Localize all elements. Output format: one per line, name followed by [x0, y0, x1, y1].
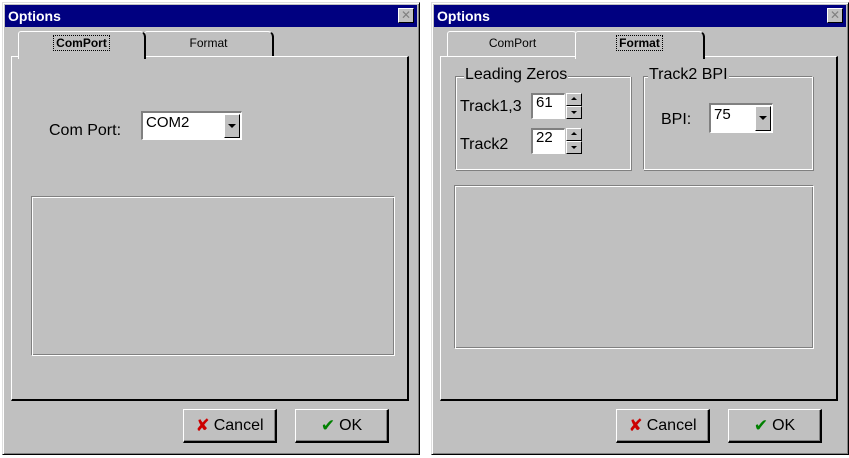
track13-spinner[interactable] [566, 93, 582, 119]
ok-button-label: OK [772, 416, 796, 434]
tab-comport-label: ComPort [53, 35, 110, 51]
bpi-dropdown[interactable]: 75 [709, 103, 773, 133]
track13-label: Track1,3 [460, 98, 522, 115]
chevron-down-icon[interactable] [224, 114, 240, 138]
track2-label: Track2 [460, 136, 509, 153]
cancel-button[interactable]: ✘ Cancel [616, 409, 710, 443]
window-title: Options [437, 8, 490, 24]
close-button[interactable]: ✕ [398, 8, 414, 23]
leading-zeros-title: Leading Zeros [464, 66, 569, 84]
bpi-value: 75 [714, 106, 731, 123]
check-icon: ✔ [753, 415, 769, 435]
tab-comport[interactable]: ComPort [18, 31, 146, 59]
tab-comport[interactable]: ComPort [447, 31, 579, 56]
close-icon: ✕ [400, 8, 412, 22]
spin-up-icon[interactable] [566, 128, 582, 141]
spin-up-icon[interactable] [566, 93, 582, 106]
com-port-value: COM2 [146, 114, 190, 131]
options-window-comport: Options ✕ ComPort Format Com Port: COM2 … [2, 2, 420, 455]
tab-format[interactable]: Format [575, 31, 705, 59]
track2-bpi-title: Track2 BPI [648, 66, 729, 84]
track2-value: 22 [536, 129, 553, 146]
format-tab-panel: Leading Zeros Track1,3 61 Track2 22 Trac… [440, 56, 838, 401]
com-port-label: Com Port: [49, 122, 122, 139]
x-icon: ✘ [195, 415, 210, 435]
window-title: Options [8, 8, 61, 24]
spin-down-icon[interactable] [566, 141, 582, 154]
cancel-button-label: Cancel [646, 416, 697, 434]
track13-input[interactable]: 61 [531, 93, 565, 119]
tab-format-label: Format [189, 36, 228, 50]
com-port-dropdown[interactable]: COM2 [141, 111, 242, 140]
title-bar[interactable]: Options ✕ [434, 5, 846, 27]
chevron-down-icon[interactable] [755, 106, 771, 131]
x-icon: ✘ [628, 415, 643, 435]
leading-zeros-group: Leading Zeros Track1,3 61 Track2 22 [455, 66, 631, 170]
tab-format[interactable]: Format [144, 31, 274, 56]
ok-button-label: OK [339, 416, 363, 434]
track13-value: 61 [536, 94, 553, 111]
cancel-button[interactable]: ✘ Cancel [183, 409, 277, 443]
options-window-format: Options ✕ ComPort Format Leading Zeros T… [431, 2, 849, 455]
track2-input[interactable]: 22 [531, 128, 565, 154]
track2-bpi-group: Track2 BPI BPI: 75 [643, 66, 813, 170]
tab-format-label: Format [616, 35, 663, 51]
empty-panel [454, 185, 814, 349]
empty-panel [31, 196, 395, 356]
spin-down-icon[interactable] [566, 106, 582, 119]
ok-button[interactable]: ✔ OK [728, 409, 822, 443]
title-bar[interactable]: Options ✕ [5, 5, 417, 27]
ok-button[interactable]: ✔ OK [295, 409, 389, 443]
close-button[interactable]: ✕ [827, 8, 843, 23]
cancel-button-label: Cancel [213, 416, 264, 434]
close-icon: ✕ [829, 8, 841, 22]
bpi-label: BPI: [661, 111, 692, 128]
track2-spinner[interactable] [566, 128, 582, 154]
check-icon: ✔ [320, 415, 336, 435]
tab-comport-label: ComPort [488, 36, 537, 50]
comport-tab-panel: Com Port: COM2 [11, 56, 409, 401]
